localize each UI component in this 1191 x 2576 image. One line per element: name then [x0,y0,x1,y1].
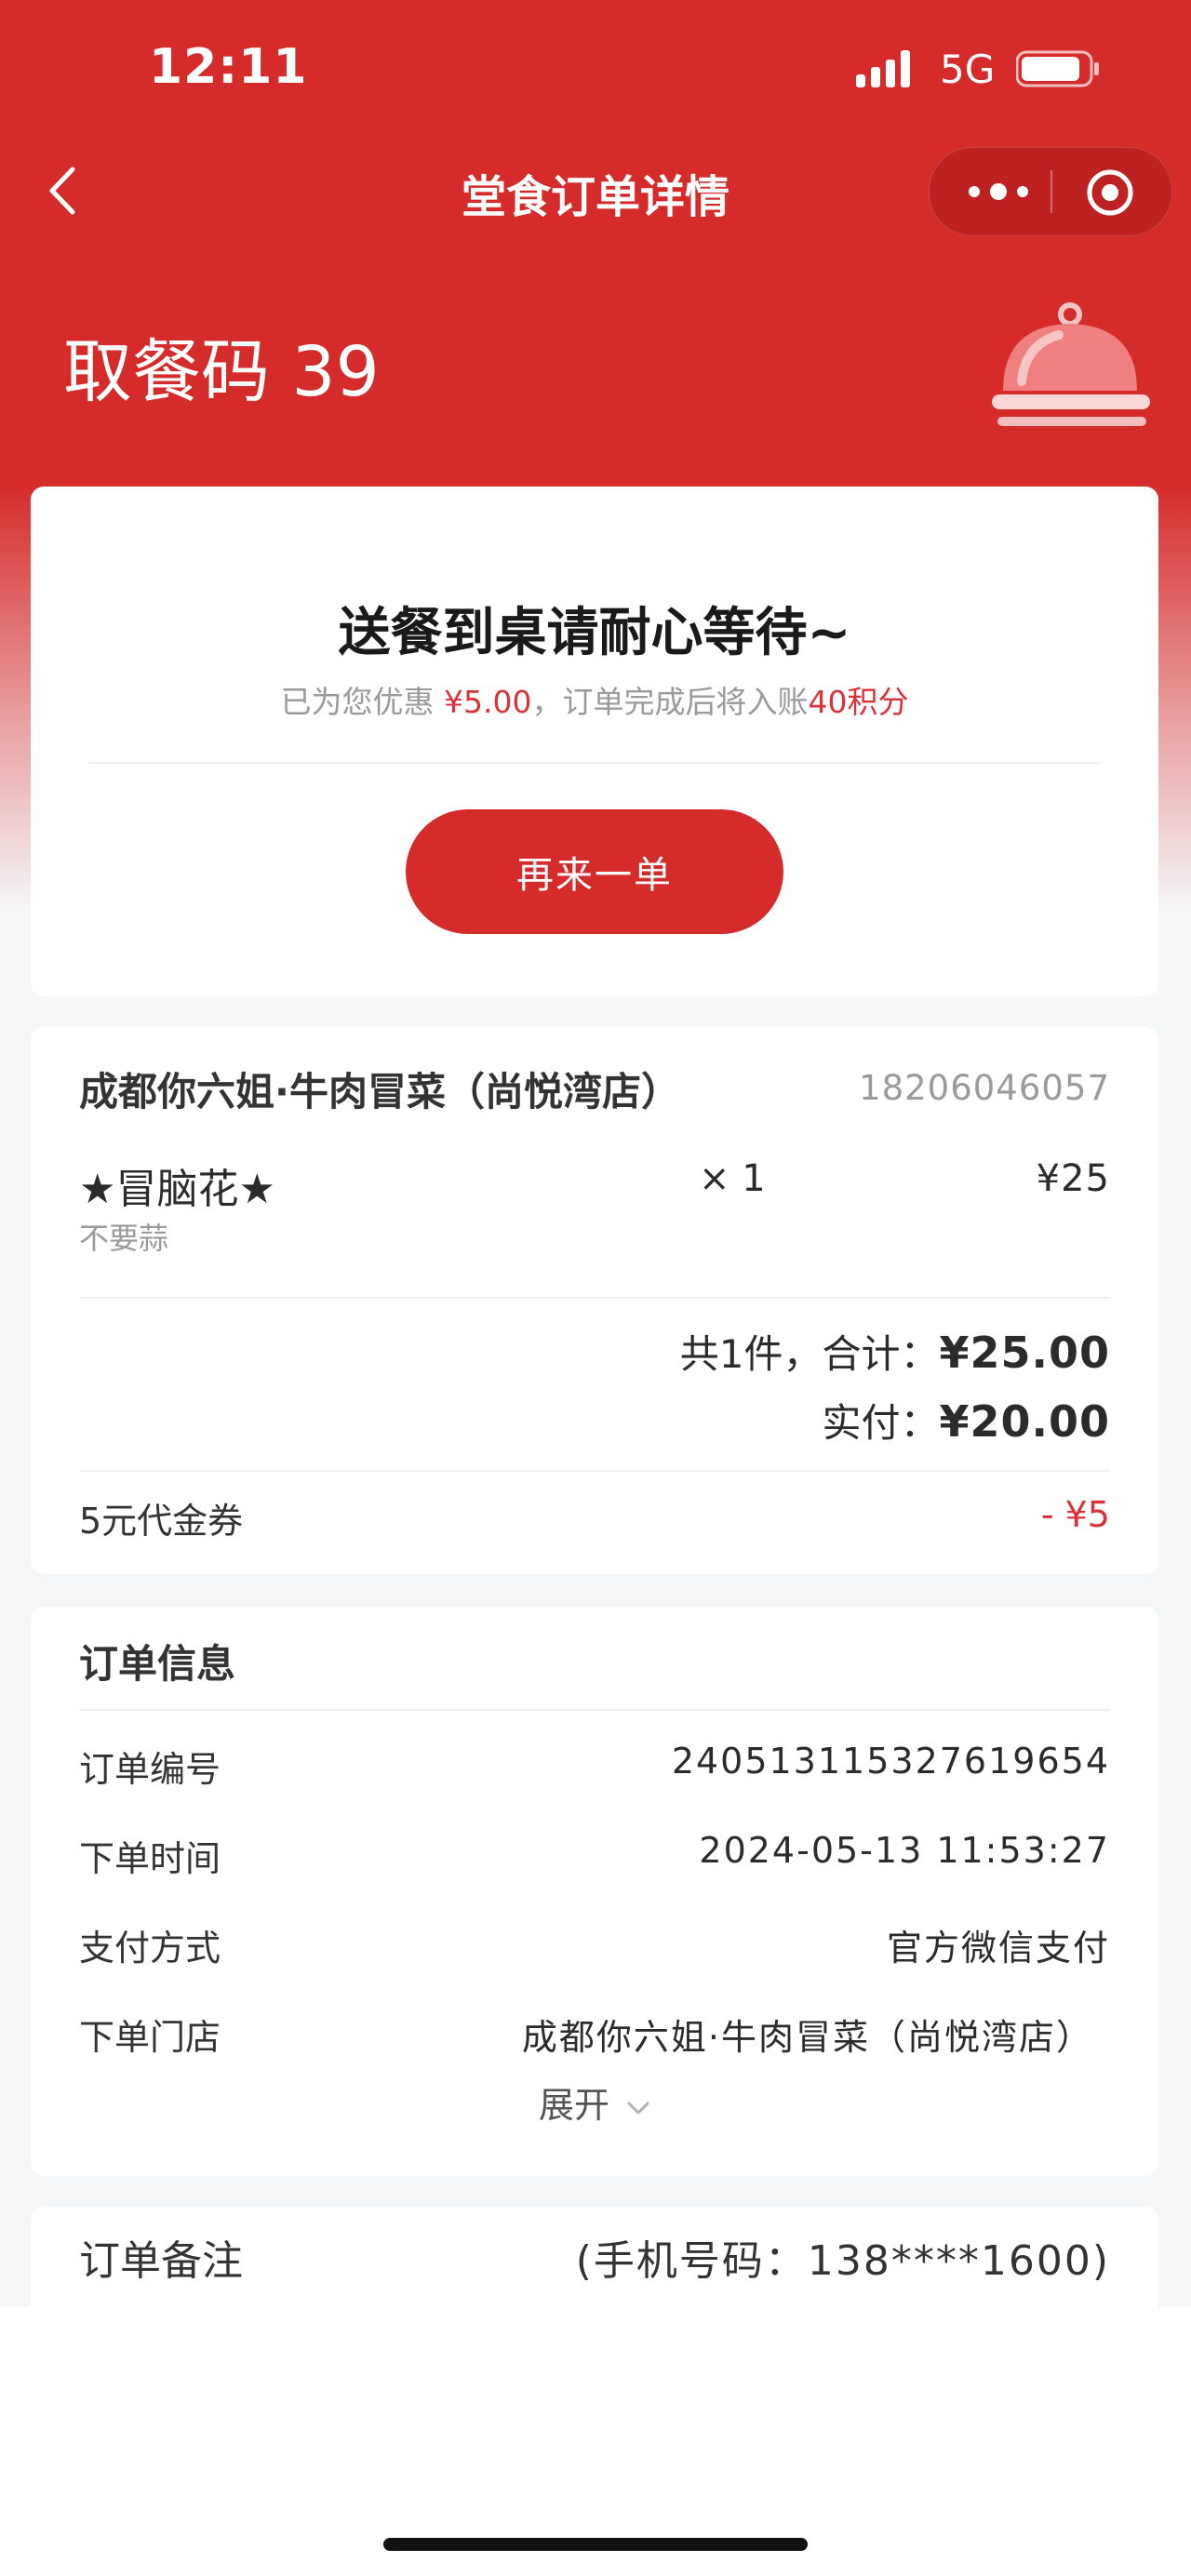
network-type: 5G [940,47,996,92]
points-amount: 40积分 [808,684,909,720]
order-number-value[interactable]: 240513115327619654 [672,1741,1110,1782]
expand-button[interactable]: 展开 [31,2076,1158,2128]
home-indicator[interactable] [383,2538,808,2551]
coupon-label: 5元代金券 [79,1501,244,1542]
battery-icon [1016,50,1099,87]
store-phone[interactable]: 18206046057 [859,1068,1110,1108]
item-price: ¥25 [1036,1157,1110,1200]
order-info-card: 订单信息 订单编号 240513115327619654 下单时间 2024-0… [31,1607,1158,2176]
status-bar: 12:11 5G [0,0,1191,140]
order-time-value: 2024-05-13 11:53:27 [699,1830,1110,1871]
order-info-title: 订单信息 [79,1641,236,1687]
signal-icon [856,50,910,87]
order-items-card: 成都你六姐·牛肉冒菜（尚悦湾店） 18206046057 ★冒脑花★ 不要蒜 ×… [31,1027,1158,1574]
discount-note: 已为您优惠 ¥5.00，订单完成后将入账40积分 [31,677,1158,722]
status-time: 12:11 [149,39,308,95]
item-name: ★冒脑花★ [79,1166,275,1213]
total-line: 共1件，合计：¥25.00 [680,1323,1110,1380]
paid-line: 实付：¥20.00 [822,1392,1110,1448]
food-cloche-icon [992,302,1150,426]
total-amount: ¥25.00 [939,1328,1110,1378]
bottom-area [0,2307,1191,2576]
chevron-down-icon [627,2102,649,2114]
coupon-value: - ¥5 [1040,1494,1110,1535]
remark-label: 订单备注 [79,2237,243,2285]
item-spec: 不要蒜 [79,1221,169,1256]
store-label: 下单门店 [79,2017,221,2058]
order-remark-card: 订单备注 (手机号码：138****1600) [31,2207,1158,2307]
store-name[interactable]: 成都你六姐·牛肉冒菜（尚悦湾店） [79,1061,680,1117]
capsule-divider [1050,170,1052,213]
order-status-card: 送餐到桌请耐心等待~ 已为您优惠 ¥5.00，订单完成后将入账40积分 再来一单 [31,487,1158,996]
paid-label: 实付： [822,1400,940,1446]
divider [79,1297,1110,1299]
back-chevron-icon[interactable] [37,158,93,223]
mini-program-capsule [929,147,1172,236]
remark-value: (手机号码：138****1600) [575,2237,1110,2285]
target-icon[interactable] [1084,167,1136,219]
note-middle: ，订单完成后将入账 [531,684,809,720]
item-quantity: × 1 [699,1157,766,1200]
page-title: 堂食订单详情 [461,171,729,223]
order-time-label: 下单时间 [79,1838,221,1879]
note-prefix: 已为您优惠 [280,684,444,720]
pickup-code: 取餐码 39 [63,332,380,412]
reorder-button[interactable]: 再来一单 [406,809,783,934]
discount-amount: ¥5.00 [444,684,532,720]
expand-label: 展开 [538,2085,609,2126]
divider [88,762,1101,764]
order-number-label: 订单编号 [79,1749,221,1790]
total-label: 共1件，合计： [679,1331,940,1377]
store-value: 成都你六姐·牛肉冒菜（尚悦湾店） [521,2017,1093,2058]
more-dots-icon[interactable] [961,174,1036,209]
payment-method-label: 支付方式 [79,1928,221,1969]
divider [79,1709,1110,1711]
payment-method-value: 官方微信支付 [886,1928,1110,1969]
status-heading: 送餐到桌请耐心等待~ [338,603,851,663]
paid-amount: ¥20.00 [939,1396,1110,1447]
divider [79,1470,1110,1472]
